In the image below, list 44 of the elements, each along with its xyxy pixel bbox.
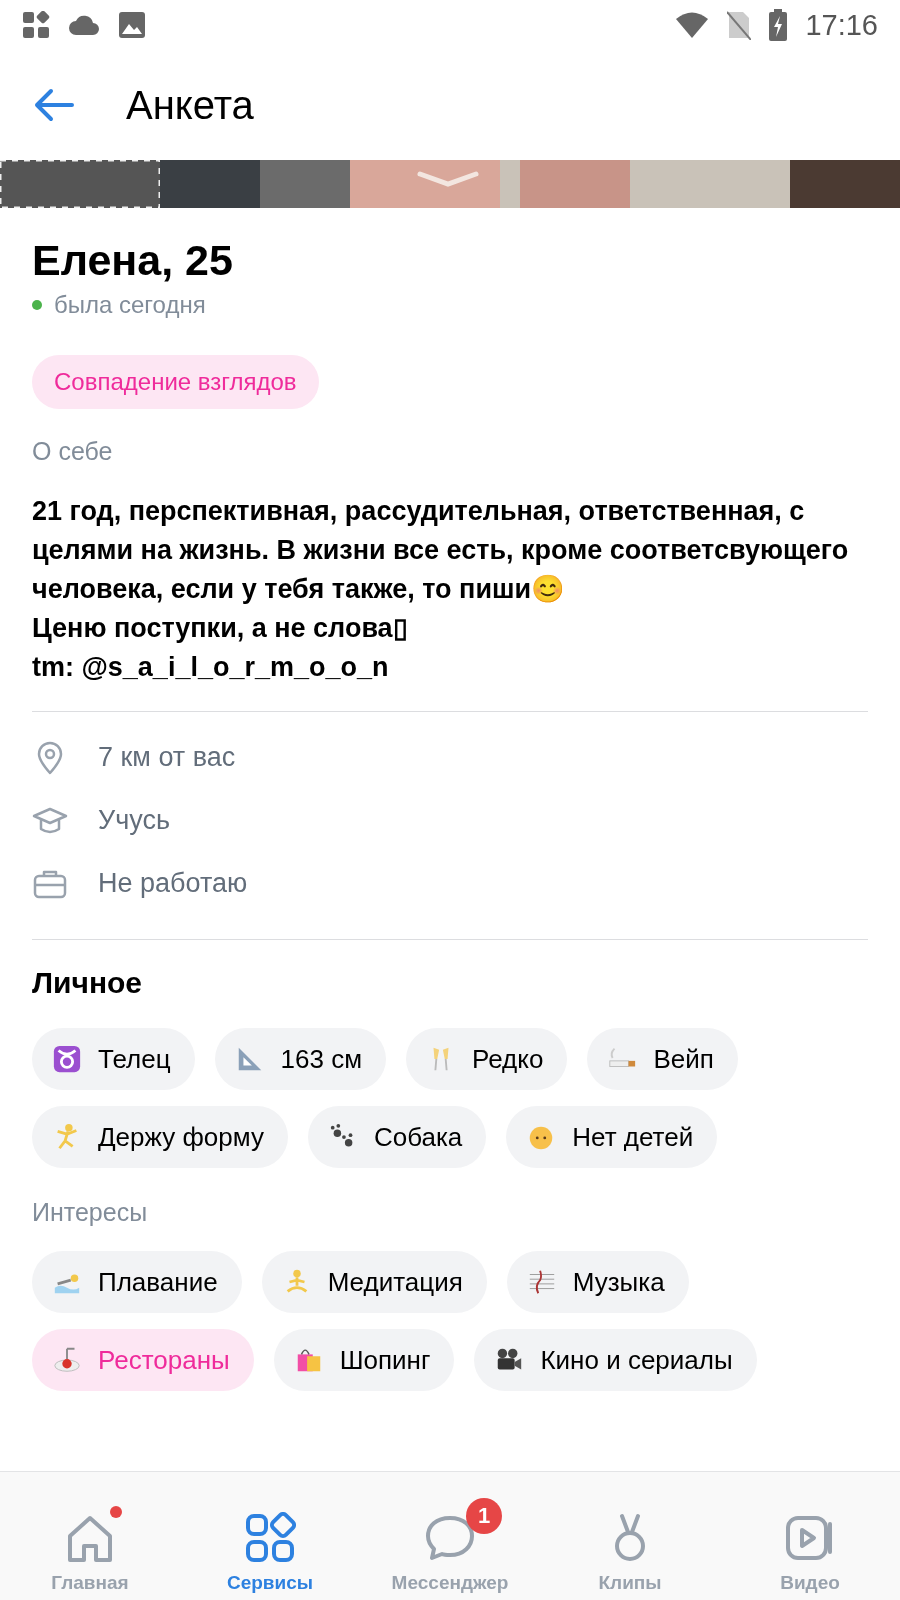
battery-charging-icon [769, 9, 788, 41]
tag-chip: Редко [406, 1028, 568, 1090]
info-text: Не работаю [98, 868, 248, 899]
tag-chip: Музыка [506, 1251, 689, 1313]
cloud-icon [68, 14, 100, 36]
unread-count: 1 [466, 1498, 502, 1534]
tag-chip: Нет детей [506, 1106, 718, 1168]
nav-tab[interactable]: Сервисы [180, 1472, 360, 1600]
tag-chip: Вейп [587, 1028, 738, 1090]
match-badge: Совпадение взглядов [32, 355, 319, 409]
tag-chip: Медитация [261, 1251, 487, 1313]
taurus-icon [52, 1044, 82, 1074]
section-label: О себе [32, 437, 114, 466]
tag-chip: Плавание [32, 1251, 242, 1313]
image-icon [118, 11, 146, 39]
apps-icon [22, 11, 50, 39]
tag-chip: 163 см [214, 1028, 387, 1090]
nav-tab[interactable]: Видео [720, 1472, 900, 1600]
about-text: tm: @s_a_i_l_o_r_m_o_o_n [32, 651, 390, 684]
nav-tab[interactable]: Главная [0, 1472, 180, 1600]
section-title: Личное [32, 966, 144, 1000]
about-text: 21 год, перспективная, рассудительная, ответственная, с целями на жизнь. В жизни все есть, кроме соответсвующего человека, если у тебя также, то пиши😊 [32, 495, 850, 606]
tag-chip: Держу форму [32, 1106, 288, 1168]
profile-name: Елена, 25 [32, 236, 234, 285]
tag-chip: Собака [307, 1106, 487, 1168]
clock-time: 17:16 [805, 8, 878, 42]
last-seen: была сегодня [54, 291, 206, 319]
tag-chip: Телец [32, 1028, 195, 1090]
nav-tab[interactable]: Клипы [540, 1472, 720, 1600]
about-text: Ценю поступки, а не слова▯ [32, 612, 409, 645]
back-arrow-icon [34, 88, 74, 122]
spaghetti-icon [52, 1345, 82, 1375]
info-text: 7 км от вас [98, 742, 236, 773]
page-title: Анкета [126, 82, 254, 128]
wifi-icon [675, 12, 710, 38]
back-button[interactable] [34, 88, 74, 122]
section-label: Интересы [32, 1198, 149, 1227]
tag-chip: Рестораны [32, 1329, 254, 1391]
nav-tab[interactable]: 1 Мессенджер [360, 1472, 540, 1600]
grid-icon [244, 1512, 296, 1564]
no-sim-icon [727, 10, 752, 40]
tag-chip: Кино и сериалы [474, 1329, 757, 1391]
tag-chip: Шопинг [273, 1329, 455, 1391]
info-text: Учусь [98, 805, 170, 836]
